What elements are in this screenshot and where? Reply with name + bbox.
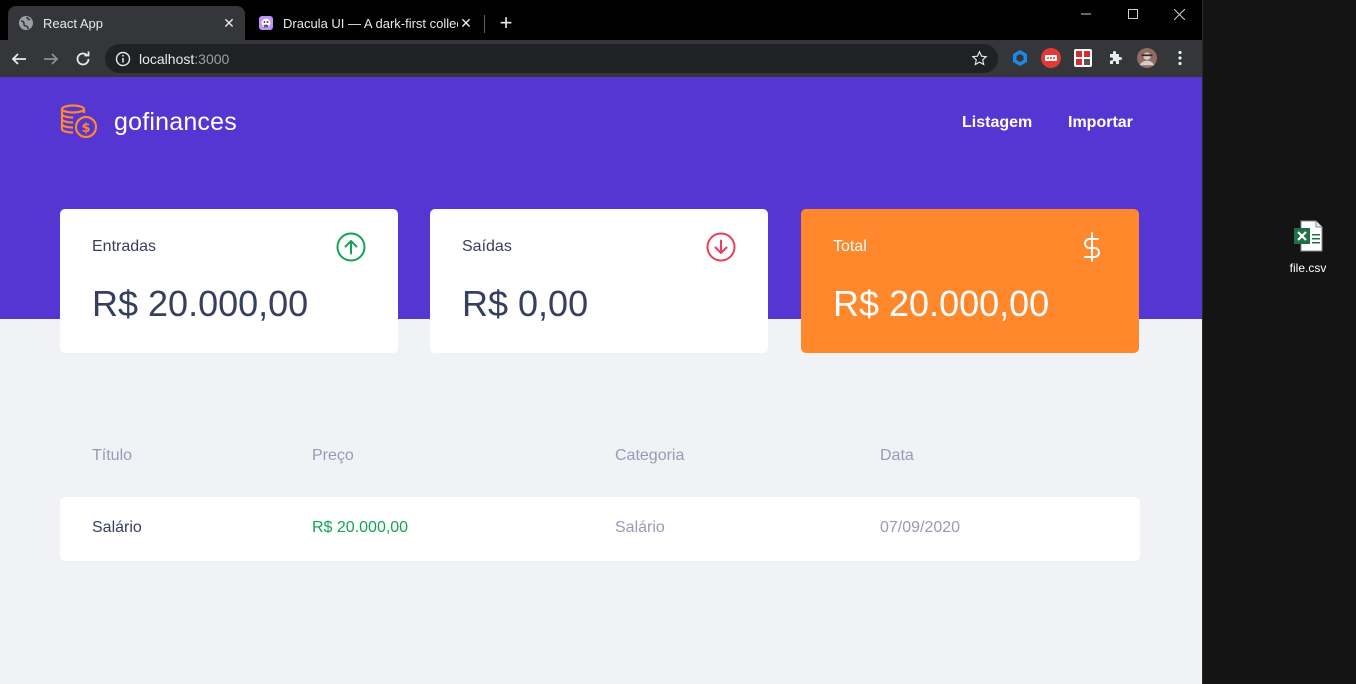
window-edge <box>1202 0 1203 684</box>
maximize-icon <box>1128 9 1138 19</box>
total-value: R$ 20.000,00 <box>833 283 1050 324</box>
desktop-file-csv[interactable]: file.csv <box>1284 220 1332 275</box>
info-icon[interactable] <box>115 51 131 67</box>
outcome-card: Saídas R$ 0,00 <box>430 209 768 353</box>
total-label: Total <box>833 238 867 255</box>
tab-dracula-ui[interactable]: Dracula UI — A dark-first collection ✕ <box>248 6 482 40</box>
profile-avatar-icon[interactable] <box>1137 48 1157 68</box>
globe-icon <box>18 15 34 31</box>
arrow-right-icon <box>44 53 59 65</box>
url-port: :3000 <box>194 50 230 67</box>
maximize-button[interactable] <box>1110 0 1156 28</box>
income-card: Entradas R$ 20.000,00 <box>60 209 398 353</box>
income-label: Entradas <box>92 238 157 255</box>
outcome-label: Saídas <box>462 238 512 255</box>
reload-button[interactable] <box>70 46 96 72</box>
extension-hexagon-icon[interactable] <box>1010 48 1030 68</box>
app-logo[interactable]: $ gofinances <box>60 104 237 140</box>
bookmark-star-icon[interactable] <box>971 50 988 67</box>
cell-category: Salário <box>615 519 665 536</box>
extension-dots-icon[interactable] <box>1041 48 1061 68</box>
arrow-up-circle-icon <box>336 232 366 262</box>
excel-file-icon <box>1294 220 1323 252</box>
column-header-category[interactable]: Categoria <box>615 447 684 465</box>
nav-link-importar[interactable]: Importar <box>1068 114 1133 132</box>
dollar-sign-icon <box>1084 232 1100 262</box>
minimize-button[interactable] <box>1063 0 1109 28</box>
extension-grid-icon[interactable] <box>1073 48 1093 68</box>
url-host: localhost <box>139 50 195 67</box>
address-bar[interactable]: localhost:3000 <box>105 44 998 73</box>
tab-title: React App <box>43 15 103 31</box>
arrow-left-icon <box>11 53 26 65</box>
tab-separator <box>484 15 485 33</box>
reload-icon <box>76 51 90 66</box>
column-header-price[interactable]: Preço <box>312 447 354 465</box>
total-card: Total R$ 20.000,00 <box>801 209 1139 353</box>
close-tab-icon[interactable]: ✕ <box>221 15 237 31</box>
column-header-date[interactable]: Data <box>880 447 914 465</box>
coins-icon: $ <box>60 104 98 139</box>
dracula-icon <box>258 15 274 31</box>
income-value: R$ 20.000,00 <box>92 283 309 324</box>
minimize-icon <box>1081 13 1091 15</box>
forward-button[interactable] <box>38 46 64 72</box>
browser-toolbar: localhost:3000 <box>0 40 1202 77</box>
nav-link-listagem[interactable]: Listagem <box>962 114 1032 132</box>
menu-kebab-icon[interactable] <box>1170 48 1190 68</box>
table-row: Salário R$ 20.000,00 Salário 07/09/2020 <box>60 497 1140 561</box>
tab-strip: React App ✕ Dracula UI — A dark-first co… <box>0 0 1202 40</box>
outcome-value: R$ 0,00 <box>462 283 589 324</box>
cell-date: 07/09/2020 <box>880 519 961 536</box>
cell-title: Salário <box>92 519 142 536</box>
column-header-title[interactable]: Título <box>92 447 132 465</box>
browser-window: React App ✕ Dracula UI — A dark-first co… <box>0 0 1202 684</box>
file-name: file.csv <box>1289 261 1327 275</box>
close-tab-icon[interactable]: ✕ <box>458 15 474 31</box>
close-window-button[interactable] <box>1156 0 1202 28</box>
cell-price: R$ 20.000,00 <box>312 519 409 536</box>
close-icon <box>1173 8 1185 20</box>
svg-text:$: $ <box>81 121 90 136</box>
puzzle-icon[interactable] <box>1105 48 1125 68</box>
back-button[interactable] <box>6 46 32 72</box>
arrow-down-circle-icon <box>706 232 736 262</box>
logo-text: gofinances <box>114 107 237 136</box>
tab-title: Dracula UI — A dark-first collection <box>283 15 458 31</box>
gofinances-page: $ gofinances Listagem Importar Entradas … <box>0 77 1202 684</box>
tab-react-app[interactable]: React App ✕ <box>8 6 245 40</box>
new-tab-button[interactable]: + <box>494 12 518 36</box>
